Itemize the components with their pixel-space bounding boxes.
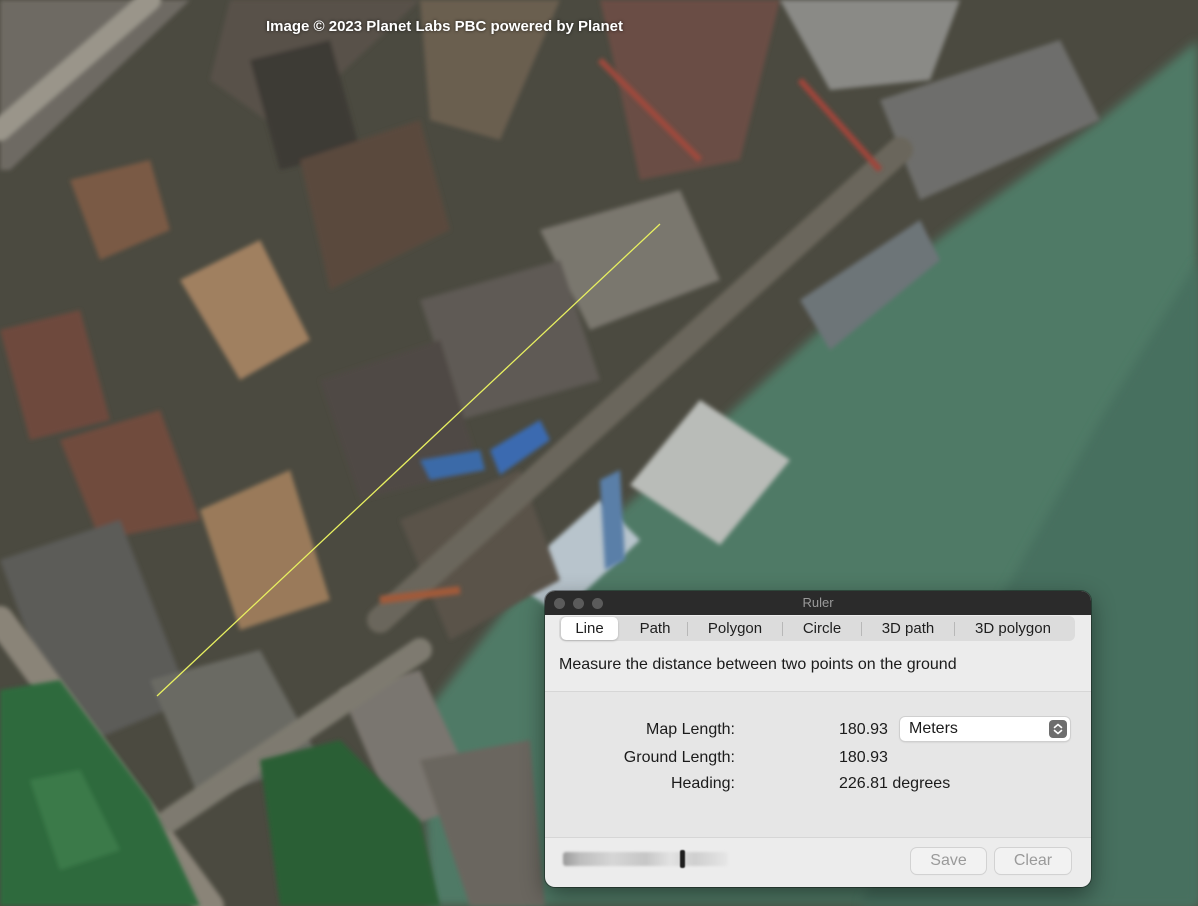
tab-polygon[interactable]: Polygon — [688, 617, 782, 640]
tab-circle[interactable]: Circle — [783, 617, 861, 640]
ruler-titlebar[interactable]: Ruler — [545, 591, 1091, 615]
clear-button[interactable]: Clear — [995, 848, 1071, 874]
heading-value: 226.81 degrees — [839, 775, 951, 792]
measure-mode-tabs: Line Path Polygon Circle 3D path 3D poly… — [559, 616, 1075, 641]
status-indicator-marker — [680, 850, 685, 868]
units-selected-value: Meters — [909, 720, 958, 737]
heading-label: Heading: — [670, 775, 735, 792]
status-indicator-bar — [563, 852, 728, 866]
ground-length-label: Ground Length: — [623, 749, 735, 766]
ruler-title: Ruler — [802, 595, 834, 610]
tab-3d-polygon[interactable]: 3D polygon — [955, 617, 1071, 640]
measure-description: Measure the distance between two points … — [559, 656, 957, 673]
tab-3d-path[interactable]: 3D path — [862, 617, 954, 640]
ground-length-value: 180.93 — [839, 749, 888, 766]
imagery-attribution: Image © 2023 Planet Labs PBC powered by … — [266, 18, 624, 35]
units-select[interactable]: Meters — [900, 717, 1070, 741]
map-length-value: 180.93 — [839, 721, 888, 738]
tab-line[interactable]: Line — [561, 617, 618, 640]
ruler-window: Ruler Line Path Polygon Circle 3D path 3… — [545, 591, 1091, 887]
map-length-label: Map Length: — [646, 721, 735, 738]
tab-path[interactable]: Path — [623, 617, 687, 640]
up-down-chevron-icon — [1049, 720, 1067, 738]
save-button[interactable]: Save — [911, 848, 986, 874]
